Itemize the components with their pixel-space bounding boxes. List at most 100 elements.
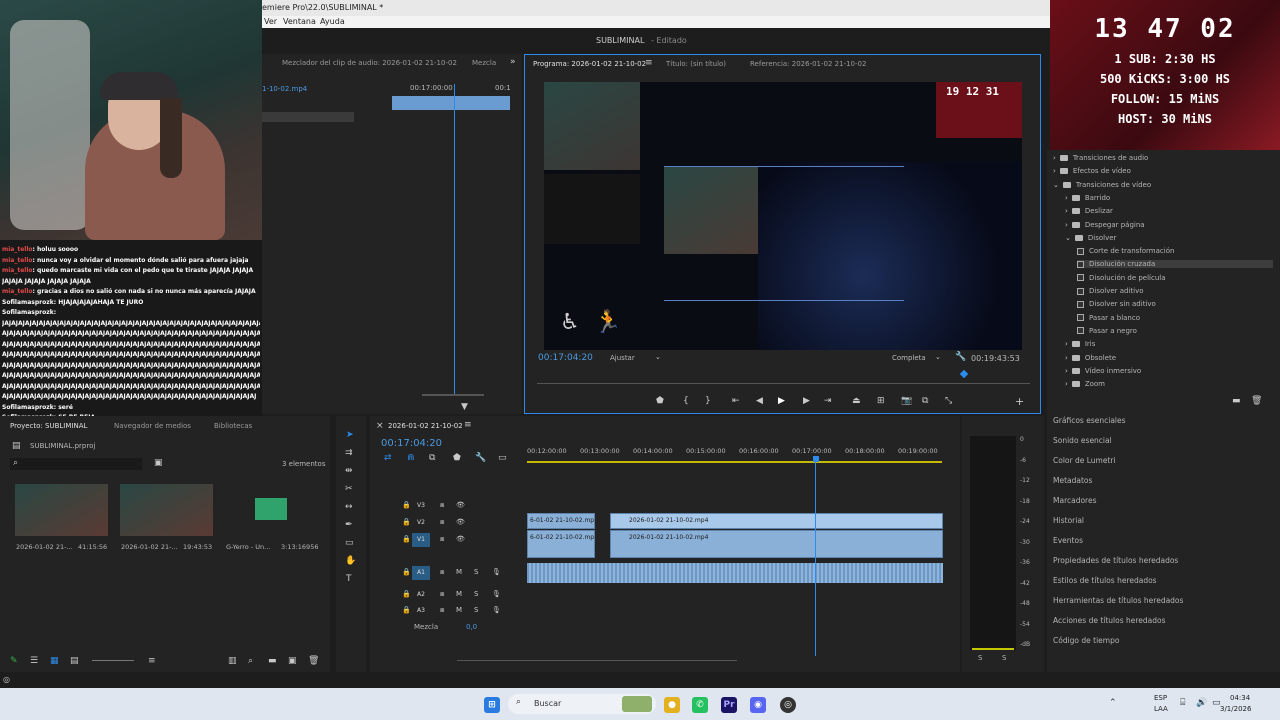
keyboard-lang[interactable]: ESP (1154, 694, 1167, 702)
effects-tree-item[interactable]: › Obsolete (1065, 354, 1116, 362)
compare-icon[interactable]: ⧉ (922, 396, 928, 406)
lock-icon[interactable]: 🔒 (402, 501, 411, 509)
lock-icon[interactable]: 🔒 (402, 535, 411, 543)
panel-list-item[interactable]: Sonido esencial (1053, 436, 1112, 445)
camera-icon[interactable]: 📷 (901, 396, 912, 406)
solo-icon[interactable]: S (474, 606, 478, 614)
panel-list-item[interactable]: Metadatos (1053, 476, 1092, 485)
mark-out-icon[interactable]: } (705, 396, 711, 406)
project-thumb-1[interactable] (15, 484, 108, 536)
track-select-icon[interactable]: ⇉ (345, 448, 353, 458)
tab-media-browser[interactable]: Navegador de medios (114, 422, 191, 430)
project-thumb-3[interactable] (225, 484, 318, 536)
chevron-right-icon[interactable]: › (1065, 207, 1068, 215)
effects-tree-item[interactable]: ⌄ Transiciones de vídeo (1053, 181, 1151, 189)
clip-v1-a[interactable]: 6-01-02 21-10-02.mp4 (527, 530, 595, 558)
pencil-icon[interactable]: ✎ (10, 656, 18, 666)
wrench-icon[interactable]: 🔧 (955, 352, 966, 362)
trash-icon[interactable]: 🗑 (308, 656, 319, 666)
panel-list-item[interactable]: Código de tiempo (1053, 636, 1119, 645)
chevron-right-icon[interactable]: › (1065, 194, 1068, 202)
clip-v1-b[interactable]: 2026-01-02 21-10-02.mp4 (610, 530, 943, 558)
track-label-a1[interactable]: A1 (412, 566, 430, 580)
panel-list-item[interactable]: Gráficos esenciales (1053, 416, 1126, 425)
selection-tool-icon[interactable]: ➤ (346, 430, 354, 440)
thumbnail-zoom-slider[interactable] (92, 660, 134, 661)
program-scrubber[interactable] (537, 383, 1030, 384)
step-forward-icon[interactable]: ▶ (803, 396, 810, 406)
find-icon[interactable]: ⌕ (248, 656, 253, 666)
rectangle-icon[interactable]: ▭ (345, 538, 354, 548)
new-custom-bin-icon[interactable]: ▬ (1232, 396, 1241, 406)
fit-chevron-down-icon[interactable]: ⌄ (655, 353, 661, 361)
add-marker-icon[interactable]: ⬟ (453, 453, 461, 463)
track-label-v1[interactable]: V1 (412, 533, 430, 547)
effects-tree-item[interactable]: › Vídeo inmersivo (1065, 367, 1141, 375)
filter-icon[interactable]: ▼ (461, 402, 468, 412)
lock-icon[interactable]: 🔒 (402, 568, 411, 576)
effects-tree-item[interactable]: › Efectos de vídeo (1053, 167, 1131, 175)
slip-icon[interactable]: ↔ (345, 502, 353, 512)
chevron-right-icon[interactable]: › (1065, 380, 1068, 388)
effects-tree-item[interactable]: Disolución de película (1077, 274, 1166, 282)
clip-a1-audio[interactable] (527, 563, 943, 583)
tab-sequence[interactable]: 2026-01-02 21-10-02 (388, 422, 463, 430)
mute-icon[interactable]: M (456, 590, 462, 598)
lock-icon[interactable]: 🔒 (402, 606, 411, 614)
source-zoom-bar[interactable] (422, 394, 484, 396)
panel-list-item[interactable]: Marcadores (1053, 496, 1097, 505)
effects-tree-item[interactable]: Disolver sin aditivo (1077, 300, 1156, 308)
step-back-icon[interactable]: ◀ (756, 396, 763, 406)
discord-icon[interactable]: ◉ (750, 697, 766, 713)
effects-tree-item[interactable]: Disolución cruzada (1077, 260, 1273, 269)
close-timeline-icon[interactable]: × (376, 421, 384, 431)
marker-icon[interactable]: ⬟ (656, 396, 664, 406)
tab-libraries[interactable]: Bibliotecas (214, 422, 252, 430)
project-thumb-2[interactable] (120, 484, 213, 536)
chrome-icon[interactable]: ● (664, 697, 680, 713)
new-item-icon[interactable]: ▣ (288, 656, 297, 666)
track-label-v3[interactable]: V3 (412, 499, 430, 513)
effects-tree-item[interactable]: Pasar a blanco (1077, 314, 1140, 322)
timeline-scrollbar[interactable] (457, 660, 737, 661)
chevron-right-icon[interactable]: › (1053, 154, 1056, 162)
export-frame-icon[interactable]: ⤡ (945, 396, 952, 406)
program-current-time[interactable]: 00:17:04:20 (538, 353, 593, 363)
lift-icon[interactable]: ⏏ (852, 396, 861, 406)
mute-icon[interactable]: M (456, 568, 462, 576)
mic-icon[interactable]: 🎙 (492, 590, 501, 598)
solo-icon[interactable]: S (474, 590, 478, 598)
windows-start-icon[interactable]: ⊞ (484, 697, 500, 713)
nest-icon[interactable]: ⇄ (384, 453, 392, 463)
linked-selection-icon[interactable]: ⧉ (429, 453, 435, 463)
menu-ventana[interactable]: Ventana (283, 17, 316, 26)
timeline-playhead[interactable] (815, 456, 816, 656)
freeform-view-icon[interactable]: ▤ (70, 656, 79, 666)
mic-icon[interactable]: 🎙 (492, 606, 501, 614)
toggle-sync-icon[interactable]: ⧈ (440, 535, 444, 544)
clock-date[interactable]: 3/1/2026 (1220, 705, 1251, 713)
premiere-pro-icon[interactable]: Pr (721, 697, 737, 713)
chevron-right-icon[interactable]: › (1065, 340, 1068, 348)
panel-list-item[interactable]: Color de Lumetri (1053, 456, 1116, 465)
effects-tree-item[interactable]: › Zoom (1065, 380, 1105, 388)
ripple-edit-icon[interactable]: ⇹ (345, 466, 353, 476)
chevron-right-icon[interactable]: › (1053, 167, 1056, 175)
effects-tree-item[interactable]: › Iris (1065, 340, 1095, 348)
chevron-right-icon[interactable]: › (1065, 354, 1068, 362)
play-icon[interactable]: ▶ (778, 396, 785, 406)
tab-project[interactable]: Proyecto: SUBLIMINAL (10, 422, 87, 430)
program-fit-select[interactable]: Ajustar (610, 354, 635, 362)
effects-tree-item[interactable]: Disolver aditivo (1077, 287, 1144, 295)
effects-tree-item[interactable]: › Transiciones de audio (1053, 154, 1148, 162)
new-bin-icon[interactable]: ▣ (154, 458, 163, 468)
effects-tree-item[interactable]: Corte de transformación (1077, 247, 1174, 255)
new-bin-bottom-icon[interactable]: ▬ (268, 656, 277, 666)
program-quality-select[interactable]: Completa (892, 354, 926, 362)
taskbar-search[interactable]: ⌕ Buscar (508, 694, 656, 714)
panel-list-item[interactable]: Historial (1053, 516, 1084, 525)
tab-reference[interactable]: Referencia: 2026-01-02 21-10-02 (750, 60, 866, 68)
meter-solo-left[interactable]: S (978, 654, 982, 662)
tab-mezcla[interactable]: Mezcla (472, 59, 496, 67)
eye-icon[interactable]: 👁 (456, 518, 465, 526)
